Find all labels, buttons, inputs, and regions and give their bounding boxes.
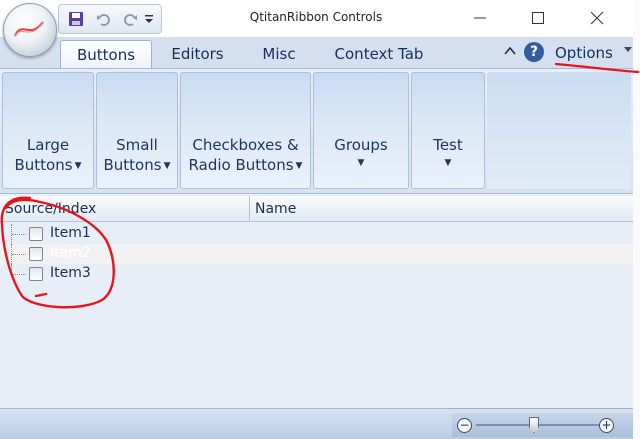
tab-editors[interactable]: Editors [160,40,235,68]
button-label-line2: Buttons ▼ [3,155,93,176]
button-label-text: Buttons [103,156,162,174]
tab-context-tab[interactable]: Context Tab [325,40,433,68]
zoom-out-icon[interactable]: − [457,418,472,433]
close-icon[interactable] [587,8,607,28]
button-label-line2: Buttons ▼ [97,155,177,176]
item-checkbox[interactable] [29,267,43,281]
zoom-control: − + [452,413,633,437]
tab-misc[interactable]: Misc [250,40,308,68]
large-buttons-button[interactable]: Large Buttons ▼ [2,72,94,189]
button-label-text: Buttons [14,156,73,174]
tree-row[interactable]: Item2 [0,244,633,264]
quick-access-toolbar [58,4,162,34]
small-buttons-button[interactable]: Small Buttons ▼ [96,72,178,189]
tab-label: Editors [171,45,224,63]
column-header-name[interactable]: Name [250,196,633,222]
window-title: QtitanRibbon Controls [249,10,383,24]
tree-branch-line [11,244,26,264]
item-label: Item3 [50,265,91,281]
item-label: Item2 [50,245,91,261]
button-label-text: Radio Buttons [188,156,294,174]
column-header-source-index[interactable]: Source/Index [0,196,250,222]
button-label-line1: Groups [334,136,388,154]
tree-branch-line [11,224,26,244]
item-checkbox[interactable] [29,247,43,261]
tree-row[interactable]: Item3 [0,264,633,284]
tab-label: Misc [262,45,296,63]
background-window-edge [633,0,640,439]
application-button[interactable] [3,3,57,57]
zoom-in-icon[interactable]: + [599,418,614,433]
button-label-line1: Test [433,136,463,154]
dropdown-arrow-icon: ▼ [357,158,365,168]
button-label-line1: Checkboxes & [192,136,299,154]
customize-dropdown-icon[interactable] [143,10,155,28]
groups-button[interactable]: Groups ▼ [313,72,409,189]
button-label-line1: Small [116,136,158,154]
status-bar: − + [0,408,633,439]
ribbon-panel: Large Buttons ▼ Small Buttons ▼ Checkboxes… [0,68,633,194]
redo-icon[interactable] [121,10,139,28]
app-logo-icon [13,21,44,37]
ribbon-empty-area [487,72,631,189]
minimize-ribbon-icon[interactable] [503,45,517,57]
dropdown-arrow-icon: ▼ [163,160,171,171]
title-bar: QtitanRibbon Controls [0,0,633,37]
dropdown-arrow-icon: ▼ [74,160,82,171]
dropdown-arrow-icon: ▼ [295,160,303,171]
test-button[interactable]: Test ▼ [411,72,485,189]
tab-label: Context Tab [334,45,424,63]
zoom-slider-handle[interactable] [529,417,539,433]
button-label-line2: Radio Buttons ▼ [181,155,310,176]
item-label: Item1 [50,225,91,241]
options-dropdown-icon[interactable] [624,47,632,53]
tree-view[interactable]: Source/Index Name Item1 Item2 Item3 [0,196,633,408]
save-icon[interactable] [67,10,85,28]
tab-label: Buttons [76,46,136,64]
checkboxes-radio-buttons-button[interactable]: Checkboxes & Radio Buttons ▼ [180,72,311,189]
tree-row[interactable]: Item1 [0,224,633,244]
tree-branch-line [11,264,26,275]
minimize-icon[interactable] [470,8,490,28]
undo-icon[interactable] [95,10,113,28]
options-menu[interactable]: Options [555,44,613,62]
button-label-line1: Large [26,136,70,154]
help-icon[interactable]: ? [524,42,544,62]
maximize-icon[interactable] [528,8,548,28]
dropdown-arrow-icon: ▼ [444,158,452,168]
main-window: QtitanRibbon Controls Buttons Editors Mi… [0,0,633,439]
item-checkbox[interactable] [29,227,43,241]
tab-buttons[interactable]: Buttons [60,40,152,69]
